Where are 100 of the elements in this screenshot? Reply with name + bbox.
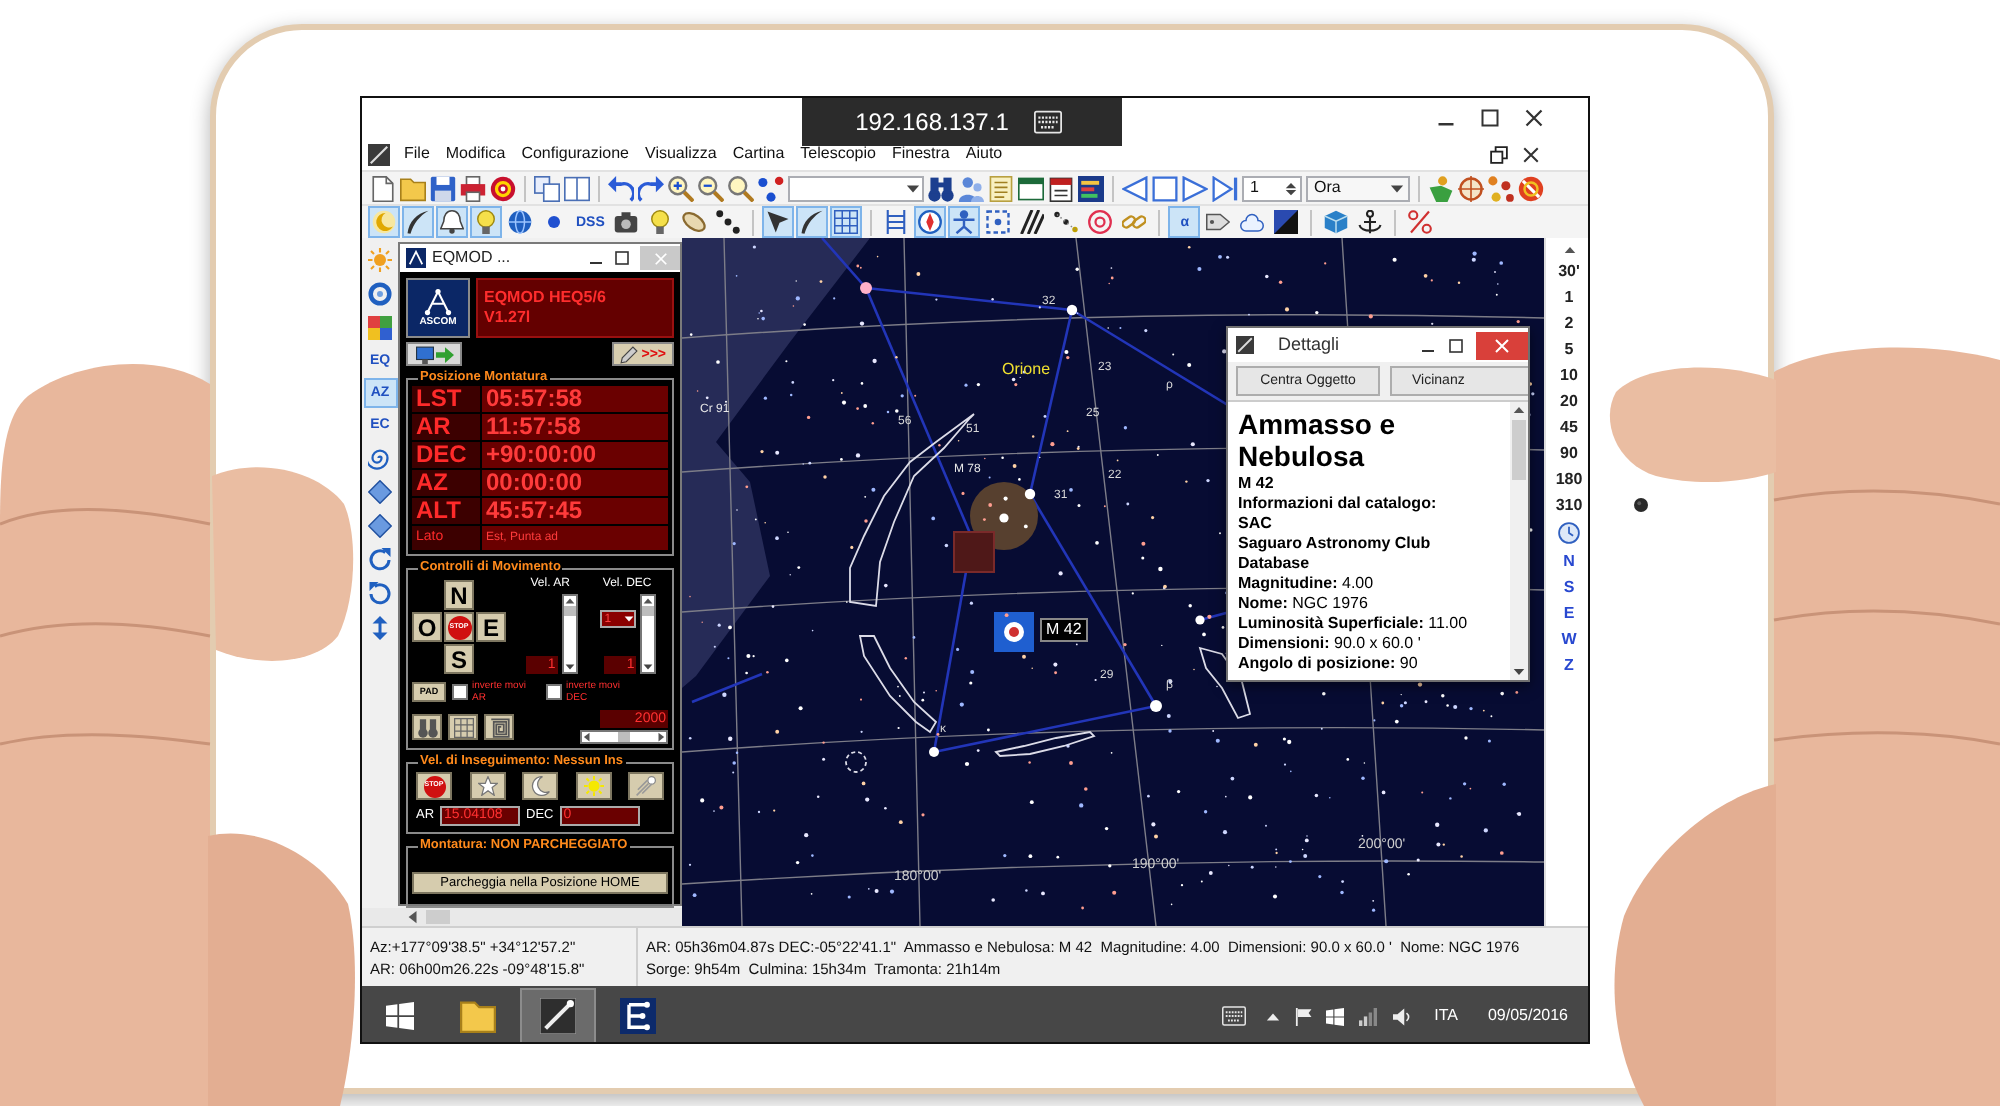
undo-icon[interactable] [608,175,634,201]
scroll-thumb[interactable] [642,606,655,616]
language-indicator[interactable]: ITA [1434,1008,1458,1024]
zoom-level-button[interactable]: 30' [1558,258,1580,284]
clock-icon[interactable] [1558,522,1580,544]
crescent-moon-icon[interactable] [530,776,550,796]
east-button[interactable]: E [476,612,506,642]
page-icon[interactable] [370,175,396,201]
vertical-scrollbar[interactable] [1510,402,1528,680]
scroll-thumb[interactable] [1512,420,1526,480]
vertical-scrollbar[interactable] [561,594,578,674]
caret-up-icon[interactable] [563,596,576,606]
close-button[interactable] [1476,331,1528,359]
person-icon[interactable] [1428,175,1454,201]
zoom-level-button[interactable]: 5 [1564,336,1574,362]
diamond-icon[interactable] [366,478,394,506]
search-icon[interactable] [728,175,754,201]
menu-item[interactable]: Visualizza [637,140,725,168]
cube-icon[interactable] [1322,208,1351,236]
feather-icon[interactable] [798,208,827,236]
frame-icon[interactable] [984,208,1013,236]
caret-up-icon[interactable] [1561,244,1577,256]
caret-up-icon[interactable] [1266,1009,1281,1023]
printer-icon[interactable] [460,175,486,201]
object-marker[interactable] [994,612,1034,652]
menu-item[interactable]: Cartina [724,140,793,168]
caret-down-icon[interactable] [1390,181,1404,195]
horizontal-scrollbar[interactable] [362,908,682,926]
columns-icon[interactable] [564,175,590,201]
tracking-button[interactable] [522,772,558,800]
dotted-line-icon[interactable] [1052,208,1081,236]
tag-icon[interactable] [1204,208,1233,236]
vertical-scrollbar[interactable] [640,594,657,674]
bell-icon[interactable] [438,208,466,236]
zoom-in-icon[interactable] [668,175,694,201]
skip-to-end-icon[interactable] [1212,175,1238,201]
direction-button[interactable]: S [1563,574,1575,600]
compass-icon[interactable] [916,208,945,236]
zoom-level-button[interactable]: 2 [1564,310,1574,336]
tracking-button[interactable] [469,772,505,800]
camera-icon[interactable] [612,208,641,236]
scroll-thumb[interactable] [563,606,576,616]
connect-button[interactable] [406,342,462,366]
south-button[interactable]: S [444,644,474,674]
zoom-level-button[interactable]: 10 [1560,362,1578,388]
feather-icon[interactable] [404,208,432,236]
caret-down-icon[interactable] [563,662,576,672]
star-icon[interactable] [477,776,497,796]
caret-left-icon[interactable] [582,732,592,742]
redo-icon[interactable] [638,175,664,201]
zoom-level-button[interactable]: 45 [1560,414,1578,440]
grid-icon[interactable] [453,717,473,737]
diamond-icon[interactable] [366,512,394,540]
pointer-icon[interactable] [764,208,793,236]
close-icon[interactable] [1522,145,1540,163]
chart-window-icon[interactable] [1078,175,1104,201]
globe-icon[interactable] [506,208,534,236]
north-button[interactable]: N [444,580,474,610]
pen-icon[interactable] [619,345,638,363]
direction-button[interactable]: E [1563,600,1575,626]
tool-button[interactable] [484,714,514,740]
dots-icon[interactable] [758,175,784,201]
menu-item[interactable]: Modifica [437,140,514,168]
binoculars-icon[interactable] [417,717,437,737]
close-icon[interactable] [1524,108,1544,128]
anchor-icon[interactable] [1356,208,1385,236]
direction-button[interactable]: N [1563,548,1575,574]
taskbar-app-button[interactable] [520,988,596,1042]
caret-up-icon[interactable] [642,596,655,606]
ladder-icon[interactable] [882,208,911,236]
zoom-level-button[interactable]: 90 [1560,440,1578,466]
monitor-icon[interactable] [415,345,433,363]
maximize-icon[interactable] [1480,108,1500,128]
cloud-icon[interactable] [1238,208,1267,236]
speaker-icon[interactable] [1392,1007,1413,1025]
window-icon[interactable] [1018,175,1044,201]
zoom-out-icon[interactable] [698,175,724,201]
list-icon[interactable] [988,175,1014,201]
scroll-thumb[interactable] [426,910,450,924]
windows-logo-icon[interactable] [1326,1007,1345,1025]
caret-down-icon[interactable] [1512,666,1526,678]
grid-icon[interactable] [832,208,861,236]
object-marker[interactable] [953,531,995,573]
copy-icon[interactable] [534,175,560,201]
direction-button[interactable]: W [1561,626,1577,652]
checkbox[interactable] [546,684,562,700]
binoculars-icon[interactable] [928,175,954,201]
spinner-arrows-icon[interactable] [1284,177,1298,199]
moon-and-star-icon[interactable] [370,208,398,236]
direction-button[interactable]: Z [1564,652,1574,678]
light-bulb-icon[interactable] [472,208,500,236]
prohibited-icon[interactable] [1518,175,1544,201]
letter-e-icon[interactable] [620,998,656,1034]
signal-bars-icon[interactable] [1358,1007,1379,1025]
oval-icon[interactable] [680,208,709,236]
zoom-level-button[interactable]: 20 [1560,388,1578,414]
menu-item[interactable]: Telescopio [792,140,884,168]
target-icon[interactable] [1086,208,1115,236]
maximize-icon[interactable] [1448,337,1464,353]
calendar-icon[interactable] [1048,175,1074,201]
